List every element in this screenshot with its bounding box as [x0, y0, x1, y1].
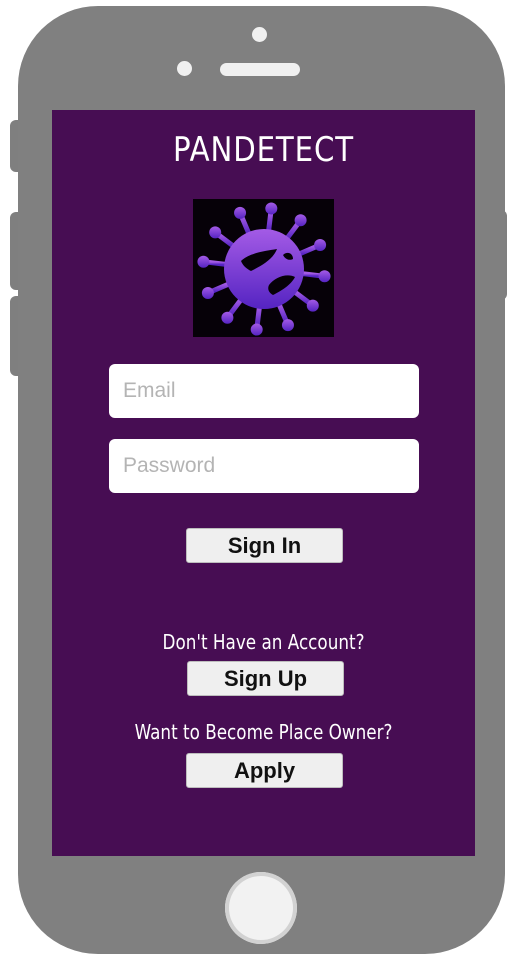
app-title: PANDETECT [172, 130, 354, 170]
virus-spike [291, 289, 313, 307]
virus-icon [197, 202, 331, 336]
virus-spike-knob [234, 206, 247, 219]
sign-in-button[interactable]: Sign In [186, 528, 343, 563]
virus-spike [254, 304, 262, 330]
front-camera [177, 61, 192, 76]
virus-spike-knob [306, 299, 319, 312]
home-button[interactable] [225, 872, 297, 944]
virus-spike-knob [318, 270, 331, 283]
earpiece-speaker [220, 63, 300, 76]
virus-spike-knob [221, 311, 234, 324]
virus-spike [276, 301, 290, 325]
virus-spike-knob [209, 226, 222, 239]
virus-spike-knob [281, 319, 294, 332]
virus-spike-knob [294, 214, 307, 227]
signup-prompt: Don't Have an Account? [162, 630, 365, 654]
virus-spike-knob [201, 286, 214, 299]
sign-up-button[interactable]: Sign Up [187, 661, 344, 696]
apply-prompt: Want to Become Place Owner? [134, 720, 393, 744]
app-logo [193, 199, 334, 337]
virus-spike [238, 213, 252, 237]
virus-spike [299, 271, 325, 279]
virus-spike [296, 243, 320, 257]
app-screen: PANDETECT Sign In Don't Have an Account?… [52, 110, 475, 856]
virus-spike-knob [197, 255, 210, 268]
email-field[interactable] [109, 364, 419, 418]
apply-button[interactable]: Apply [186, 753, 343, 788]
password-field[interactable] [109, 439, 419, 493]
proximity-sensor [252, 27, 267, 42]
virus-spike-knob [250, 323, 263, 336]
virus-spike [226, 296, 244, 318]
virus-spike-knob [265, 202, 278, 215]
virus-spike-knob [314, 239, 327, 252]
